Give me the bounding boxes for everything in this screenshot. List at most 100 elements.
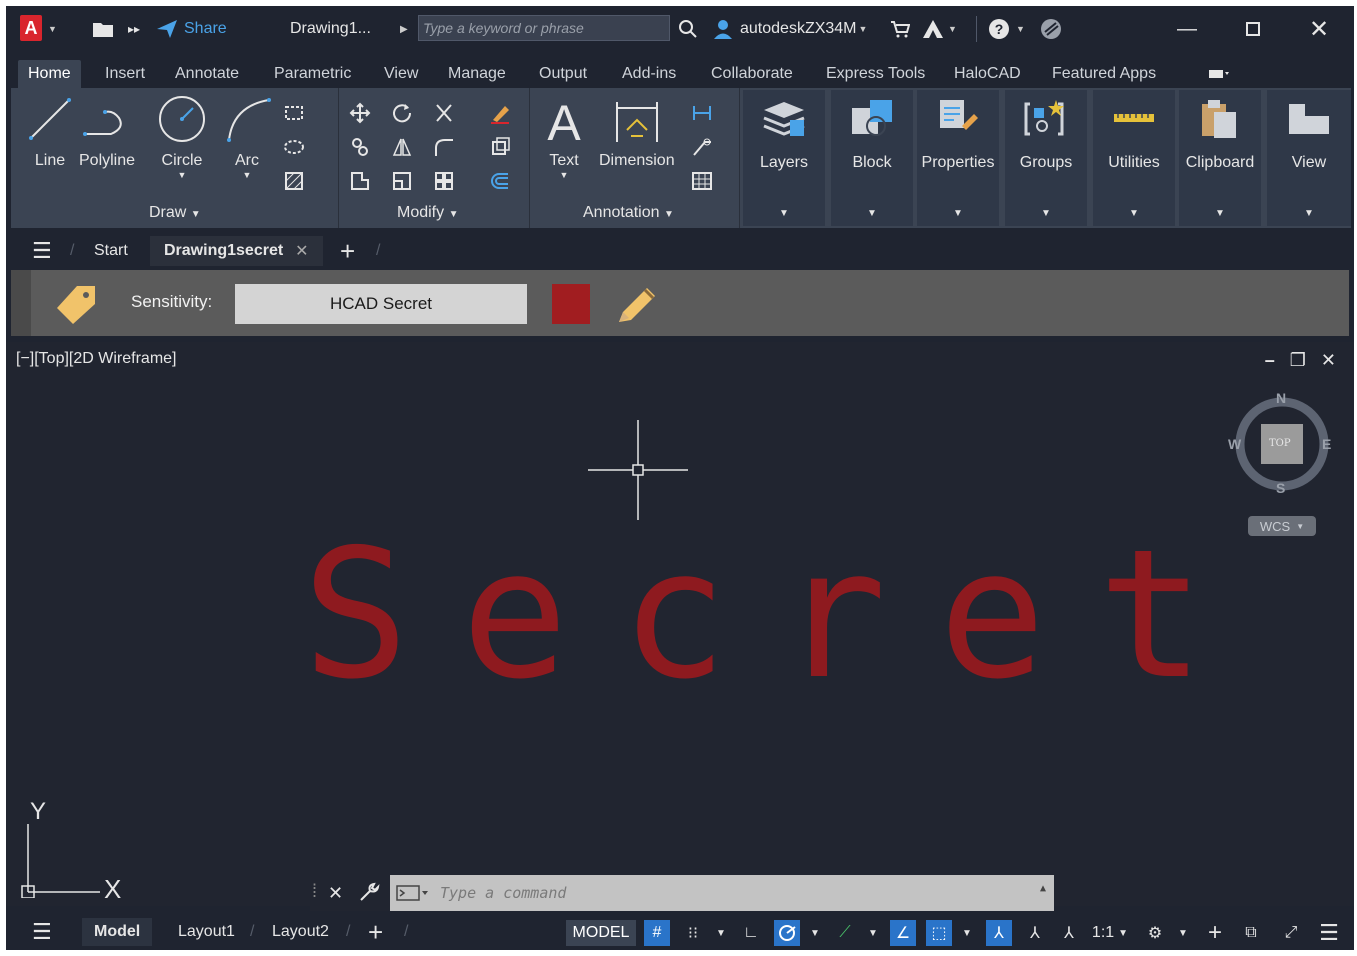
annotation-monitor-icon[interactable]: +	[1202, 919, 1228, 946]
close-button[interactable]: ✕	[1304, 14, 1334, 44]
grid-toggle-icon[interactable]: #	[644, 920, 670, 946]
object-snap-icon[interactable]: ⬚	[926, 920, 952, 946]
close-tab-icon[interactable]: ✕	[295, 241, 308, 261]
layout-menu-icon[interactable]: ☰	[32, 918, 52, 946]
block-panel-button[interactable]: Block ▼	[831, 90, 913, 226]
compass-north[interactable]: N	[1276, 390, 1286, 406]
arc-tool-button[interactable]: Arc ▼	[221, 94, 273, 180]
viewport-window-controls[interactable]: – ❐ ✕	[1265, 350, 1336, 371]
minimize-button[interactable]: —	[1172, 14, 1202, 44]
annotation-visibility-icon[interactable]: ⅄	[986, 920, 1012, 946]
erase-icon[interactable]	[489, 102, 511, 124]
properties-panel-button[interactable]: Properties ▼	[917, 90, 999, 226]
isodraft-dropdown-icon[interactable]: ▼	[860, 920, 886, 946]
workspace-gear-icon[interactable]: ⚙	[1142, 920, 1168, 946]
model-space-toggle[interactable]: MODEL	[566, 920, 636, 946]
search-icon[interactable]	[678, 16, 698, 42]
layout1-tab[interactable]: Layout1	[178, 918, 235, 946]
isolate-objects-icon[interactable]: ⧉	[1238, 920, 1264, 946]
mirror-icon[interactable]	[391, 136, 413, 158]
sensitivity-dropdown[interactable]: HCAD Secret	[235, 284, 527, 324]
explode-icon[interactable]	[489, 136, 511, 158]
tab-parametric[interactable]: Parametric	[264, 60, 361, 88]
tab-annotate[interactable]: Annotate	[165, 60, 249, 88]
viewport-controls-label[interactable]: [−][Top][2D Wireframe]	[16, 350, 177, 368]
toolbar-grip[interactable]	[11, 270, 31, 336]
help-icon[interactable]: ? ▼	[988, 16, 1025, 42]
command-grip[interactable]: ⁞	[312, 881, 317, 902]
compass-east[interactable]: E	[1322, 436, 1331, 452]
snap-dropdown-icon[interactable]: ▼	[708, 920, 734, 946]
text-tool-button[interactable]: A Text ▼	[543, 96, 585, 180]
copy-icon[interactable]	[349, 136, 371, 158]
workspace-dropdown-icon[interactable]: ▼	[1170, 920, 1196, 946]
snap-mode-icon[interactable]: ⁝⁝	[680, 920, 706, 946]
ellipse-icon[interactable]	[283, 136, 305, 158]
polar-tracking-icon[interactable]	[774, 920, 800, 946]
tab-home[interactable]: Home	[18, 60, 81, 88]
learning-icon[interactable]	[1040, 16, 1062, 42]
modify-panel-title[interactable]: Modify ▼	[397, 204, 458, 222]
quick-access-more-icon[interactable]: ▸▸	[128, 16, 140, 42]
offset-icon[interactable]	[489, 170, 511, 192]
command-prompt-icon[interactable]	[396, 884, 430, 906]
object-snap-tracking-icon[interactable]: ∠	[890, 920, 916, 946]
trim-icon[interactable]	[433, 102, 455, 124]
annotation-scale-dropdown[interactable]: 1:1 ▼	[1090, 920, 1130, 946]
tab-express-tools[interactable]: Express Tools	[816, 60, 935, 88]
dimension-tool-button[interactable]: Dimension	[599, 96, 675, 170]
table-icon[interactable]	[691, 170, 713, 192]
line-tool-button[interactable]: Line	[25, 94, 75, 170]
clipboard-panel-button[interactable]: Clipboard ▼	[1179, 90, 1261, 226]
viewport-minimize-icon[interactable]: –	[1265, 350, 1275, 370]
groups-panel-button[interactable]: Groups ▼	[1005, 90, 1087, 226]
autodesk-app-icon[interactable]: ▼	[922, 16, 957, 42]
utilities-panel-button[interactable]: Utilities ▼	[1093, 90, 1175, 226]
tab-add-ins[interactable]: Add-ins	[612, 60, 686, 88]
tab-halocad[interactable]: HaloCAD	[944, 60, 1031, 88]
file-tabs-menu-icon[interactable]: ☰	[32, 236, 52, 266]
command-customize-icon[interactable]	[358, 881, 380, 906]
layers-panel-button[interactable]: Layers ▼	[743, 90, 825, 226]
circle-tool-button[interactable]: Circle ▼	[157, 94, 207, 180]
leader-icon[interactable]	[691, 136, 713, 158]
polyline-tool-button[interactable]: Polyline	[79, 94, 135, 170]
maximize-button[interactable]	[1238, 14, 1268, 44]
array-icon[interactable]	[433, 170, 455, 192]
model-tab[interactable]: Model	[82, 918, 153, 946]
app-menu-caret-icon[interactable]: ▼	[48, 16, 57, 42]
tab-manage[interactable]: Manage	[438, 60, 516, 88]
share-button[interactable]: Share	[156, 16, 227, 42]
search-input[interactable]: Type a keyword or phrase	[418, 15, 670, 41]
compass-south[interactable]: S	[1276, 480, 1285, 496]
isodraft-icon[interactable]: ⟋	[832, 920, 858, 946]
rectangle-icon[interactable]	[283, 102, 305, 124]
new-tab-icon[interactable]: +	[340, 236, 355, 266]
cart-icon[interactable]	[890, 16, 910, 42]
move-icon[interactable]	[349, 102, 371, 124]
polar-dropdown-icon[interactable]: ▼	[802, 920, 828, 946]
stretch-icon[interactable]	[349, 170, 371, 192]
tab-featured-apps[interactable]: Featured Apps	[1042, 60, 1166, 88]
draw-panel-title[interactable]: Draw ▼	[149, 204, 201, 222]
tab-output[interactable]: Output	[529, 60, 597, 88]
app-logo-button[interactable]: A	[20, 15, 42, 41]
tab-collaborate[interactable]: Collaborate	[701, 60, 803, 88]
wcs-menu[interactable]: WCS ▼	[1248, 516, 1316, 536]
ribbon-minimize-icon[interactable]	[1198, 60, 1240, 88]
viewport-close-icon[interactable]: ✕	[1321, 350, 1336, 370]
auto-scale-icon[interactable]: ⅄	[1022, 920, 1048, 946]
rotate-icon[interactable]	[391, 102, 413, 124]
user-account-button[interactable]: autodeskZX34M ▼	[712, 16, 867, 42]
annotation-scale-icon[interactable]: ⅄	[1056, 920, 1082, 946]
annotation-panel-title[interactable]: Annotation ▼	[583, 204, 674, 222]
new-layout-icon[interactable]: +	[368, 917, 383, 947]
compass-west[interactable]: W	[1228, 436, 1241, 452]
quick-access-folder-icon[interactable]	[92, 16, 114, 42]
layout2-tab[interactable]: Layout2	[272, 918, 329, 946]
command-history-icon[interactable]: ▲	[1040, 883, 1046, 894]
command-input[interactable]: Type a command ▲	[390, 875, 1054, 911]
view-panel-button[interactable]: View ▼	[1267, 90, 1351, 226]
search-expand-icon[interactable]: ▶	[400, 16, 408, 42]
customization-menu-icon[interactable]: ☰	[1316, 920, 1342, 946]
